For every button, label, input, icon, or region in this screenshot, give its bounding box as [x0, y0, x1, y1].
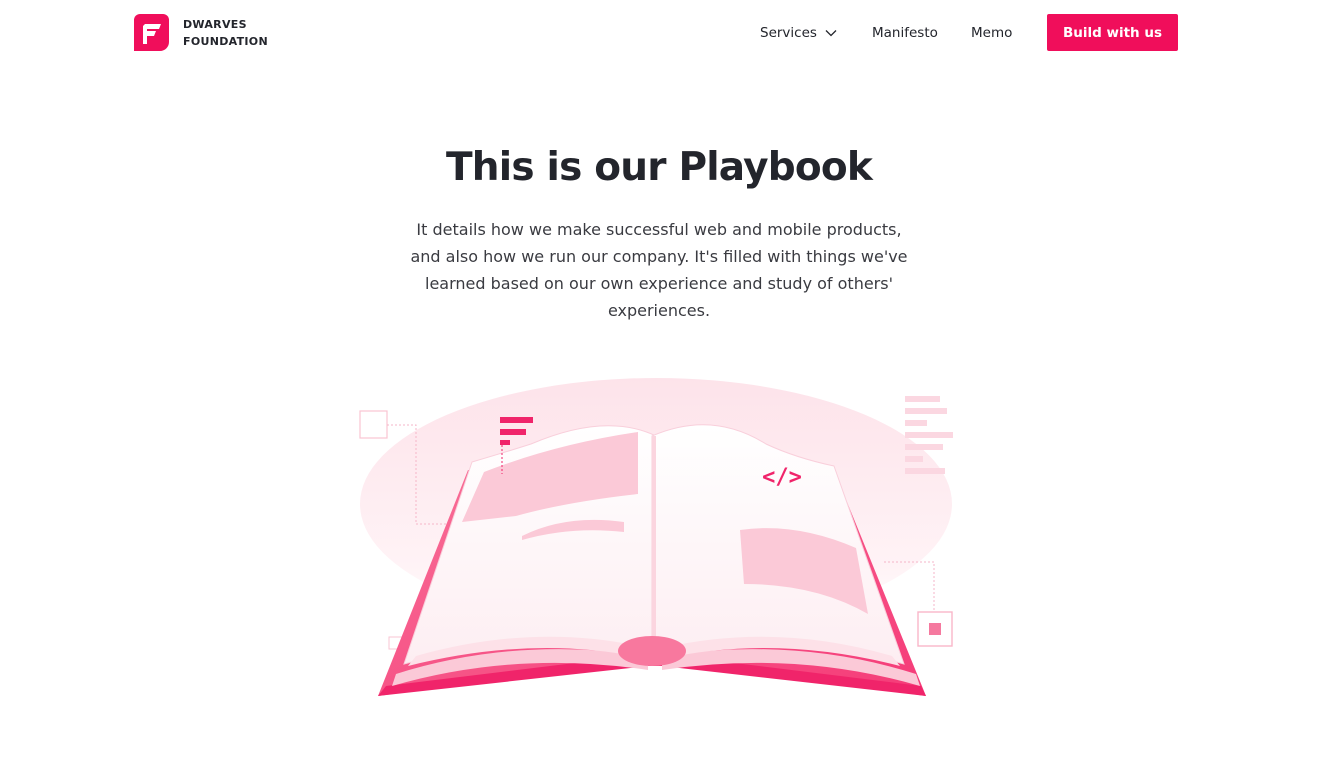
decor-square-left — [359, 410, 388, 439]
book-spine — [652, 436, 656, 659]
brand-logo[interactable]: DWARVES FOUNDATION — [134, 14, 268, 51]
site-header: DWARVES FOUNDATION Services Manifesto Me… — [0, 0, 1318, 66]
page-title: This is our Playbook — [446, 145, 873, 190]
build-with-us-button[interactable]: Build with us — [1047, 14, 1178, 51]
hero-description: It details how we make successful web an… — [410, 220, 908, 320]
chevron-down-icon — [825, 29, 837, 36]
decor-square-right-dot — [929, 623, 941, 635]
nav-manifesto-link[interactable]: Manifesto — [872, 14, 938, 51]
code-icon: </> — [762, 465, 802, 490]
nav-services-label: Services — [760, 24, 817, 41]
open-book-illustration: </> — [359, 378, 953, 696]
brand-name-line1: DWARVES — [183, 17, 247, 31]
dwarves-logo-icon — [134, 14, 169, 51]
book-spine-bump — [618, 636, 686, 666]
brand-name: DWARVES FOUNDATION — [183, 16, 268, 50]
nav-memo-link[interactable]: Memo — [971, 14, 1012, 51]
nav-services-dropdown[interactable]: Services — [760, 14, 837, 51]
brand-name-line2: FOUNDATION — [183, 34, 268, 48]
